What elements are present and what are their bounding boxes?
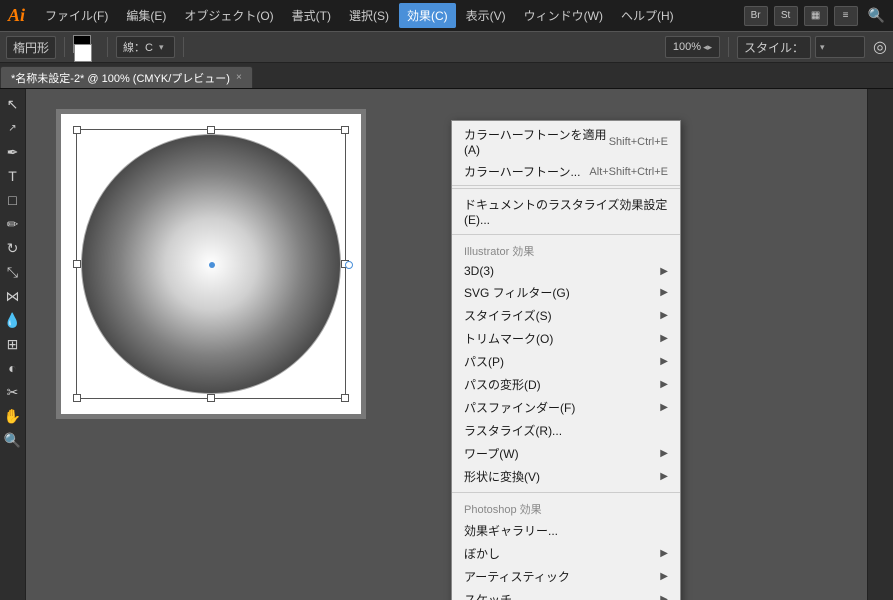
apply-color-halftone-item[interactable]: カラーハーフトーンを適用(A) Shift+Ctrl+E bbox=[452, 123, 680, 160]
scissors-icon[interactable]: ✂ bbox=[2, 381, 24, 403]
tab-close-btn[interactable]: × bbox=[236, 72, 242, 83]
menu-file[interactable]: ファイル(F) bbox=[37, 3, 116, 28]
pen-tool-icon[interactable]: ✒ bbox=[2, 141, 24, 163]
center-point bbox=[209, 262, 215, 268]
stroke-label[interactable]: 線：C bbox=[116, 36, 174, 58]
menu-edit[interactable]: 編集(E) bbox=[118, 3, 174, 28]
style-label: スタイル： bbox=[737, 36, 811, 59]
stock-btn[interactable]: St bbox=[774, 6, 798, 26]
sketch-item[interactable]: スケッチ ▶ bbox=[452, 588, 680, 600]
menu-extra-btn[interactable]: ≡ bbox=[834, 6, 858, 26]
gradient-tool-icon[interactable]: ◐ bbox=[2, 357, 24, 379]
canvas-area[interactable]: カラーハーフトーンを適用(A) Shift+Ctrl+E カラーハーフトーン..… bbox=[26, 89, 867, 600]
menu-effect[interactable]: 効果(C) bbox=[399, 3, 456, 28]
tab-bar: *名称未設定-2* @ 100% (CMYK/プレビュー) × bbox=[0, 63, 893, 89]
scale-tool-icon[interactable]: ⤡ bbox=[2, 261, 24, 283]
ellipse-right-handle[interactable] bbox=[345, 261, 353, 269]
toolbar-sep-4 bbox=[728, 37, 729, 57]
warp-item[interactable]: ワープ(W) ▶ bbox=[452, 442, 680, 465]
stylize-item[interactable]: スタイライズ(S) ▶ bbox=[452, 304, 680, 327]
right-panel bbox=[867, 89, 893, 600]
photoshop-effects-section: Photoshop 効果 効果ギャラリー... ぼかし ▶ アーティスティック … bbox=[452, 495, 680, 600]
toolbar-sep-1 bbox=[64, 37, 65, 57]
handle-ml[interactable] bbox=[73, 260, 81, 268]
menu-view[interactable]: 表示(V) bbox=[458, 3, 514, 28]
handle-tl[interactable] bbox=[73, 126, 81, 134]
main-area: ↖ ↗ ✒ T □ ✏ ↻ ⤡ ⋈ 💧 ⊞ ◐ ✂ ✋ 🔍 bbox=[0, 89, 893, 600]
rotate-tool-icon[interactable]: ↻ bbox=[2, 237, 24, 259]
hand-tool-icon[interactable]: ✋ bbox=[2, 405, 24, 427]
eyedropper-icon[interactable]: 💧 bbox=[2, 309, 24, 331]
toolbar-sep-2 bbox=[107, 37, 108, 57]
toolbar: 楕円形 線：C 100% ◂▸ スタイル： ◎ bbox=[0, 31, 893, 63]
rasterize-item[interactable]: ラスタライズ(R)... bbox=[452, 419, 680, 442]
ai-logo: Ai bbox=[8, 5, 25, 26]
illustrator-effects-label: Illustrator 効果 bbox=[452, 239, 680, 261]
effect-menu[interactable]: カラーハーフトーンを適用(A) Shift+Ctrl+E カラーハーフトーン..… bbox=[451, 120, 681, 600]
stroke-dropdown[interactable] bbox=[155, 36, 168, 58]
doc-rasterize-item[interactable]: ドキュメントのラスタライズ効果設定(E)... bbox=[452, 193, 680, 230]
stroke-color-swatch[interactable] bbox=[74, 44, 92, 62]
doc-rasterize-section: ドキュメントのラスタライズ効果設定(E)... bbox=[452, 191, 680, 232]
color-halftone-item[interactable]: カラーハーフトーン... Alt+Shift+Ctrl+E bbox=[452, 160, 680, 183]
zoom-level[interactable]: 100% ◂▸ bbox=[665, 36, 720, 58]
handle-tr[interactable] bbox=[341, 126, 349, 134]
effect-gallery-item[interactable]: 効果ギャラリー... bbox=[452, 519, 680, 542]
menu-help[interactable]: ヘルプ(H) bbox=[613, 3, 682, 28]
selection-tool-icon[interactable]: ↖ bbox=[2, 93, 24, 115]
blend-tool-icon[interactable]: ⋈ bbox=[2, 285, 24, 307]
handle-br[interactable] bbox=[341, 394, 349, 402]
handle-tm[interactable] bbox=[207, 126, 215, 134]
appearance-icon[interactable]: ◎ bbox=[873, 37, 887, 57]
type-tool-icon[interactable]: T bbox=[2, 165, 24, 187]
menu-divider-3 bbox=[452, 492, 680, 493]
shape-tool-icon[interactable]: □ bbox=[2, 189, 24, 211]
left-panel: ↖ ↗ ✒ T □ ✏ ↻ ⤡ ⋈ 💧 ⊞ ◐ ✂ ✋ 🔍 bbox=[0, 89, 26, 600]
path-item[interactable]: パス(P) ▶ bbox=[452, 350, 680, 373]
menu-window[interactable]: ウィンドウ(W) bbox=[516, 3, 611, 28]
zoom-arrows[interactable]: ◂▸ bbox=[703, 42, 712, 53]
3d-item[interactable]: 3D(3) ▶ bbox=[452, 261, 680, 281]
convert-shape-item[interactable]: 形状に変換(V) ▶ bbox=[452, 465, 680, 488]
style-dropdown[interactable] bbox=[815, 36, 865, 58]
title-bar-right: Br St ▦ ≡ 🔍 bbox=[744, 6, 885, 26]
menu-format[interactable]: 書式(T) bbox=[284, 3, 339, 28]
bridge-btn[interactable]: Br bbox=[744, 6, 768, 26]
shape-name-label: 楕円形 bbox=[6, 36, 56, 59]
color-swatch-group[interactable] bbox=[73, 35, 99, 59]
document-tab[interactable]: *名称未設定-2* @ 100% (CMYK/プレビュー) × bbox=[0, 66, 253, 88]
photoshop-effects-label: Photoshop 効果 bbox=[452, 497, 680, 519]
illustrator-effects-section: Illustrator 効果 3D(3) ▶ SVG フィルター(G) ▶ スタ… bbox=[452, 237, 680, 490]
canvas-white[interactable] bbox=[61, 114, 361, 414]
mesh-tool-icon[interactable]: ⊞ bbox=[2, 333, 24, 355]
search-icon[interactable]: 🔍 bbox=[868, 7, 885, 24]
workspace-btn[interactable]: ▦ bbox=[804, 6, 828, 26]
menu-object[interactable]: オブジェクト(O) bbox=[176, 3, 281, 28]
direct-selection-icon[interactable]: ↗ bbox=[2, 117, 24, 139]
brush-tool-icon[interactable]: ✏ bbox=[2, 213, 24, 235]
artistic-item[interactable]: アーティスティック ▶ bbox=[452, 565, 680, 588]
zoom-tool-icon[interactable]: 🔍 bbox=[2, 429, 24, 451]
pathfinder-item[interactable]: パスファインダー(F) ▶ bbox=[452, 396, 680, 419]
handle-bm[interactable] bbox=[207, 394, 215, 402]
handle-bl[interactable] bbox=[73, 394, 81, 402]
crop-marks-item[interactable]: トリムマーク(O) ▶ bbox=[452, 327, 680, 350]
svg-filter-item[interactable]: SVG フィルター(G) ▶ bbox=[452, 281, 680, 304]
menu-divider-1 bbox=[452, 188, 680, 189]
tab-title: *名称未設定-2* @ 100% (CMYK/プレビュー) bbox=[11, 70, 230, 86]
canvas-background bbox=[56, 109, 366, 419]
toolbar-sep-3 bbox=[183, 37, 184, 57]
menu-select[interactable]: 選択(S) bbox=[341, 3, 397, 28]
path-distort-item[interactable]: パスの変形(D) ▶ bbox=[452, 373, 680, 396]
title-bar: Ai ファイル(F) 編集(E) オブジェクト(O) 書式(T) 選択(S) 効… bbox=[0, 0, 893, 31]
menu-divider-2 bbox=[452, 234, 680, 235]
effect-menu-top: カラーハーフトーンを適用(A) Shift+Ctrl+E カラーハーフトーン..… bbox=[452, 121, 680, 186]
menu-bar: ファイル(F) 編集(E) オブジェクト(O) 書式(T) 選択(S) 効果(C… bbox=[37, 3, 744, 28]
blur-item[interactable]: ぼかし ▶ bbox=[452, 542, 680, 565]
